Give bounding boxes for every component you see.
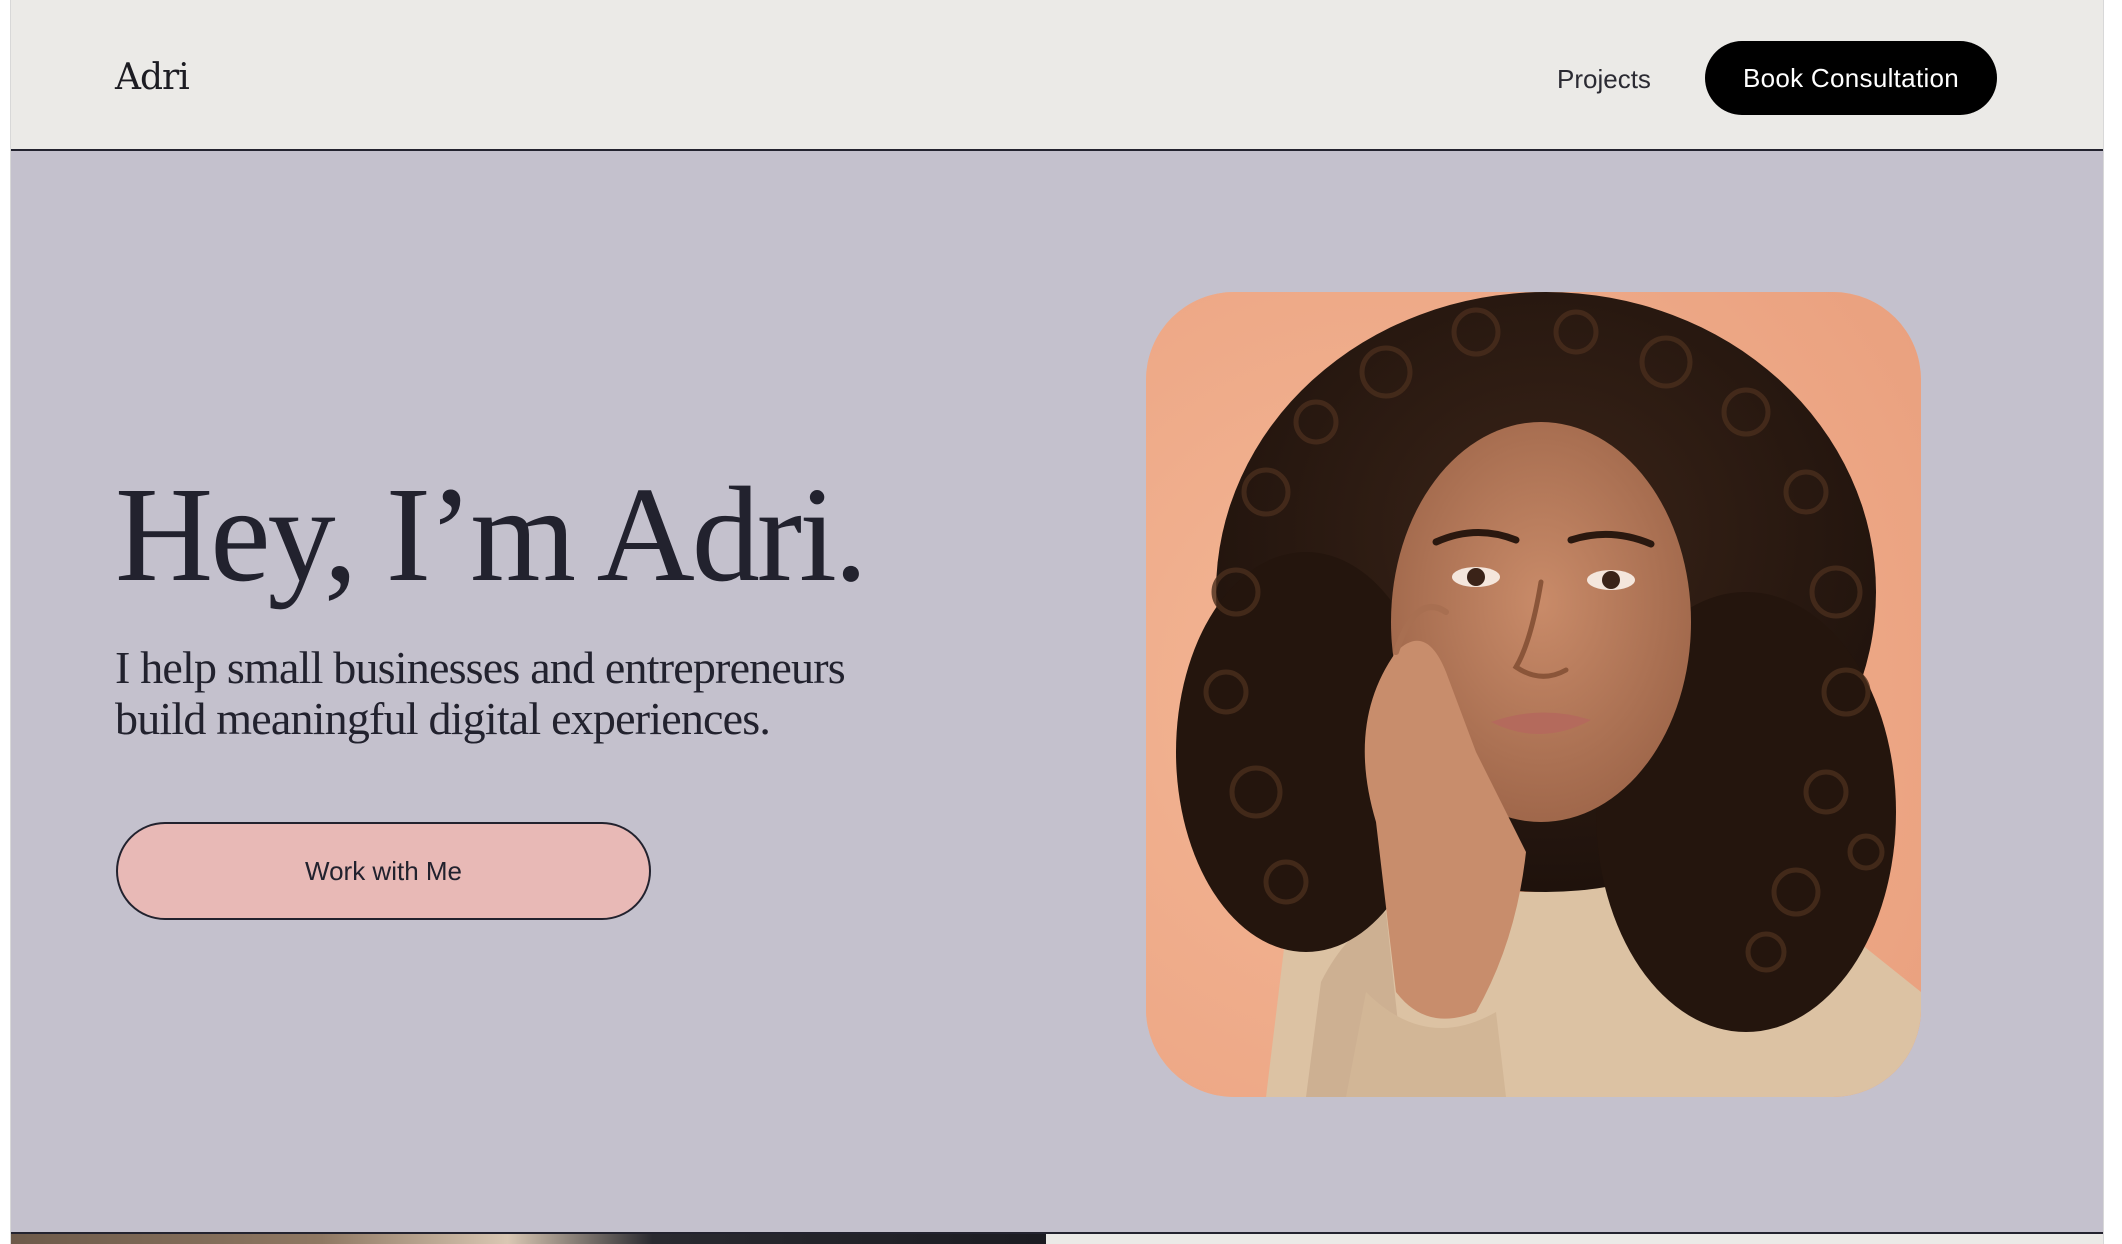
page: Adri Projects Book Consultation Hey, I’m… [10,0,2104,1244]
site-logo[interactable]: Adri [115,56,190,100]
hero-title: Hey, I’m Adri. [115,460,868,610]
site-header: Adri Projects Book Consultation [11,0,2103,151]
hero-subtitle: I help small businesses and entrepreneur… [115,642,846,744]
portrait-illustration [1146,292,1921,1097]
book-consultation-button[interactable]: Book Consultation [1705,41,1997,115]
nav-link-projects[interactable]: Projects [1557,62,1651,96]
next-section-image [11,1234,1046,1244]
portrait-photo [1146,292,1921,1097]
work-with-me-button[interactable]: Work with Me [116,822,651,920]
